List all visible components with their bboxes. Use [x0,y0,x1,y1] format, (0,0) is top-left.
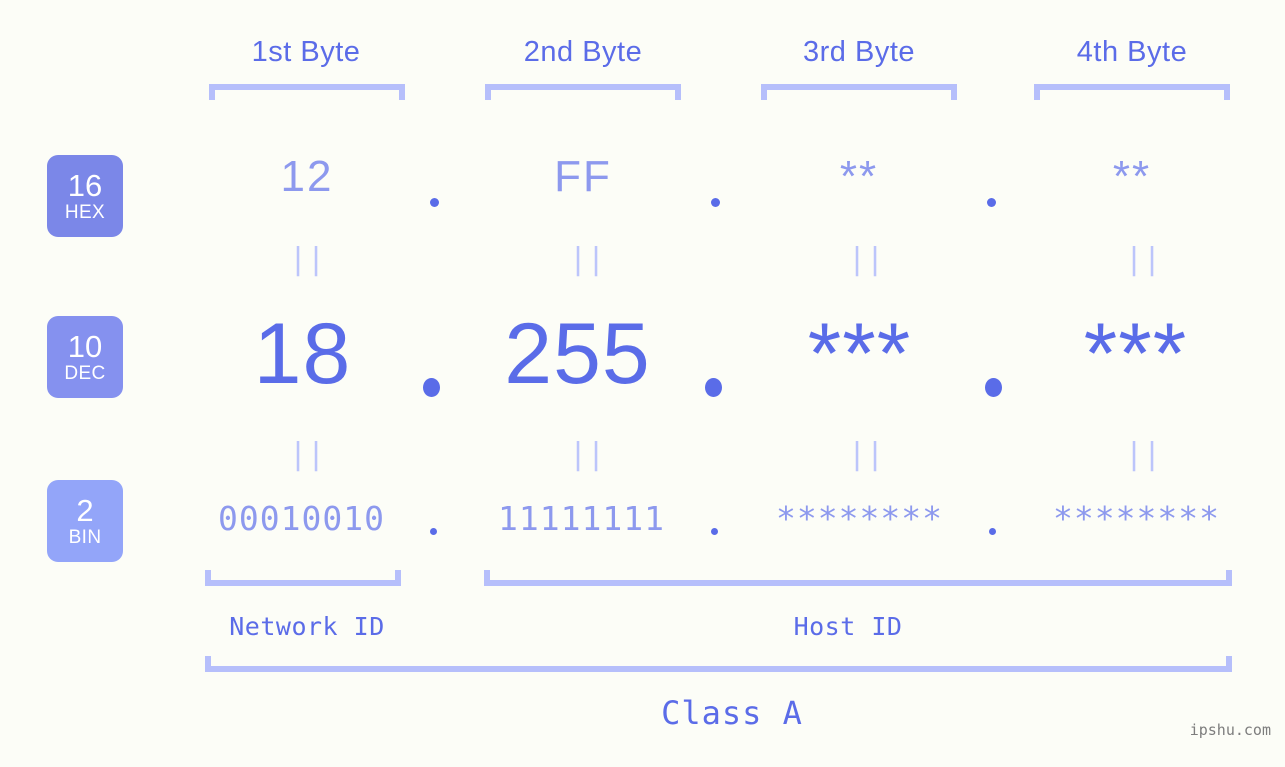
bin-byte-3: ******** [776,499,943,538]
class-bracket [205,656,1232,672]
dec-dot-separator-1 [423,378,440,397]
dec-dot-separator-3 [985,378,1002,397]
byte-bracket-3 [761,84,957,100]
equals-mark-hex-dec-3: || [848,242,885,277]
equals-mark-dec-bin-2: || [569,437,606,472]
radix-badge-bin: 2 BIN [47,480,123,562]
ip-address-breakdown-diagram: 1st Byte 2nd Byte 3rd Byte 4th Byte 16 H… [0,0,1285,767]
hex-dot-separator-2 [711,198,720,207]
radix-badge-bin-caption: BIN [68,526,102,548]
radix-badge-dec-number: 10 [67,328,103,364]
dec-byte-2: 255 [504,306,651,402]
equals-mark-hex-dec-4: || [1125,242,1162,277]
radix-badge-dec: 10 DEC [47,316,123,398]
hex-byte-4: ** [1112,152,1152,201]
network-id-label: Network ID [229,612,385,641]
byte-bracket-2 [485,84,681,100]
byte-bracket-1 [209,84,405,100]
host-id-label: Host ID [793,612,903,641]
equals-mark-hex-dec-1: || [289,242,326,277]
bin-dot-separator-3 [989,528,996,535]
dec-byte-4: *** [1083,306,1188,402]
network-id-bracket [205,570,401,586]
equals-mark-dec-bin-4: || [1125,437,1162,472]
equals-mark-dec-bin-1: || [289,437,326,472]
bin-byte-1: 00010010 [218,499,385,538]
class-label: Class A [661,694,803,732]
radix-badge-hex: 16 HEX [47,155,123,237]
byte-header-1: 1st Byte [251,36,361,68]
hex-byte-1: 12 [280,152,334,201]
byte-header-3: 3rd Byte [803,36,915,68]
byte-header-2: 2nd Byte [523,36,643,68]
host-id-bracket [484,570,1232,586]
bin-dot-separator-2 [711,528,718,535]
hex-dot-separator-1 [430,198,439,207]
dec-dot-separator-2 [705,378,722,397]
hex-dot-separator-3 [987,198,996,207]
radix-badge-hex-caption: HEX [64,201,106,223]
dec-byte-1: 18 [253,306,352,402]
hex-byte-2: FF [554,152,612,201]
equals-mark-dec-bin-3: || [848,437,885,472]
radix-badge-dec-caption: DEC [64,362,106,384]
byte-bracket-4 [1034,84,1230,100]
bin-byte-4: ******** [1053,499,1220,538]
dec-byte-3: *** [807,306,912,402]
bin-dot-separator-1 [430,528,437,535]
bin-byte-2: 11111111 [498,499,665,538]
radix-badge-bin-number: 2 [76,492,94,528]
byte-header-4: 4th Byte [1076,36,1188,68]
equals-mark-hex-dec-2: || [569,242,606,277]
radix-badge-hex-number: 16 [67,167,103,203]
hex-byte-3: ** [839,152,879,201]
site-watermark: ipshu.com [1189,721,1271,739]
